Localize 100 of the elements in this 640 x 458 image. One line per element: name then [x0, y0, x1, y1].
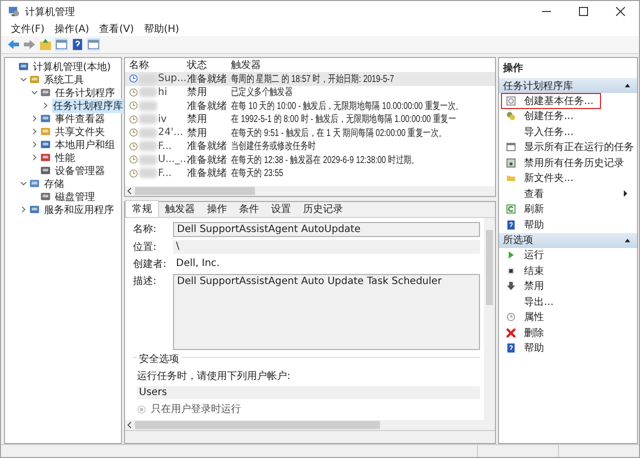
menu-item[interactable]: 帮助(H)	[144, 22, 180, 36]
table-cell: U..._...	[158, 154, 190, 166]
help-icon[interactable]	[71, 38, 84, 51]
column-header[interactable]: 状态	[187, 58, 231, 72]
chevron-icon[interactable]	[31, 154, 38, 161]
column-header[interactable]: 触发器	[231, 58, 261, 72]
forward-arrow-icon[interactable]	[23, 38, 36, 51]
collapse-icon[interactable]	[624, 236, 631, 244]
window-title: 计算机管理	[25, 6, 75, 18]
blurred-name	[139, 141, 157, 152]
chevron-icon[interactable]	[31, 128, 38, 135]
tree-item[interactable]: 计算机管理(本地)	[32, 60, 112, 74]
vertical-scrollbar[interactable]	[484, 218, 495, 420]
tree-item[interactable]: 共享文件夹	[54, 124, 106, 138]
action-item[interactable]: 导入任务...	[501, 124, 635, 140]
tree-node-icon	[18, 61, 29, 72]
clock-icon	[129, 114, 138, 124]
section-header[interactable]: 任务计划程序库	[499, 78, 637, 93]
tree-node-icon	[40, 87, 51, 98]
menu-item[interactable]: 文件(F)	[11, 22, 45, 36]
action-item[interactable]: 创建基本任务...	[501, 93, 601, 108]
action-item[interactable]: 帮助	[501, 340, 635, 356]
task-row[interactable]: U..._...准备就绪 在每天的 12:38 - 触发器在 2029-6-9 12:38:00 时过期。	[125, 153, 495, 166]
panel-icon[interactable]	[87, 38, 100, 51]
tree-node-icon	[40, 191, 51, 202]
value-field[interactable]: \	[173, 240, 480, 254]
task-row[interactable]: hi 禁用 已定义多个触发器	[125, 86, 495, 99]
tree-item[interactable]: 任务计划程序	[54, 86, 116, 100]
clock-icon	[506, 312, 516, 322]
task-row[interactable]: F... 准备就绪 当创建任务或修改任务时	[125, 140, 495, 153]
chevron-icon[interactable]	[31, 141, 38, 148]
value-field[interactable]: Dell SupportAssistAgent AutoUpdate	[173, 222, 480, 237]
tree-item[interactable]: 设备管理器	[54, 164, 106, 178]
blurred-name	[139, 114, 157, 124]
action-item[interactable]: 帮助	[501, 217, 635, 232]
action-item[interactable]: 运行	[501, 248, 635, 263]
action-item[interactable]: 禁用所有任务历史记录	[501, 155, 635, 170]
chevron-icon[interactable]	[31, 89, 38, 96]
tree-item[interactable]: 性能	[54, 150, 76, 164]
task-row[interactable]: 24'... 禁用 在每天的 9:51 - 触发后，在 1 天 期间每隔 02:00:00 重复一次。	[125, 126, 495, 140]
section-header[interactable]: 所选项	[499, 232, 637, 248]
tree-item[interactable]: 事件查看器	[54, 112, 106, 126]
tree-item[interactable]: 系统工具	[43, 72, 85, 86]
action-item[interactable]: 删除	[501, 325, 635, 340]
clock-icon	[129, 101, 138, 110]
tree-node-icon	[29, 204, 40, 215]
folder-up-icon[interactable]	[39, 38, 52, 51]
collapse-icon[interactable]	[624, 82, 631, 89]
menu-item[interactable]: 查看(V)	[99, 22, 134, 36]
maximize-icon[interactable]	[579, 7, 588, 16]
tab[interactable]: 操作	[201, 201, 233, 217]
value-field[interactable]: Dell SupportAssistAgent Auto Update Task Scheduler	[173, 274, 480, 350]
action-item[interactable]: 结束	[501, 263, 635, 278]
panel-icon[interactable]	[55, 38, 68, 51]
tree-node-icon	[29, 178, 40, 189]
horizontal-scrollbar[interactable]	[125, 186, 495, 196]
tree-node-icon	[29, 74, 40, 85]
action-item[interactable]: 禁用	[501, 278, 635, 294]
chevron-icon[interactable]	[20, 180, 27, 187]
close-icon[interactable]	[616, 7, 625, 16]
menu-item[interactable]: 操作(A)	[54, 22, 90, 36]
action-item[interactable]: 属性	[501, 310, 635, 325]
tab[interactable]: 触发器	[159, 201, 201, 217]
tree-node-icon	[40, 165, 51, 176]
action-item[interactable]: 新文件夹...	[501, 170, 635, 186]
table-cell-text: 在每天的 9:51 - 触发后，在 1 天 期间每隔 02:00:00 重复一次。	[231, 126, 446, 140]
task-row[interactable]: iv 禁用 在 1992-5-1 的 8:00 时 - 触发后，无限期地每隔 1.00:00:00 重复一	[125, 112, 495, 126]
tree-item[interactable]: 任务计划程序库	[52, 98, 124, 112]
chevron-icon[interactable]	[31, 115, 38, 122]
action-item[interactable]: 导出...	[501, 294, 635, 310]
computer-management-icon	[7, 5, 20, 18]
section-title: 任务计划程序库	[503, 80, 573, 92]
action-item[interactable]: 查看	[501, 186, 635, 202]
table-cell-text: 准备就绪	[187, 72, 228, 86]
blurred-name	[139, 74, 157, 84]
action-item[interactable]: 显示所有正在运行的任务	[501, 140, 635, 155]
task-row[interactable]: 准备就绪 在每 10 天的 10:00 - 触发后，无限期地每隔 10.00:00:00 重复一次。	[125, 99, 495, 112]
tree-item[interactable]: 本地用户和组	[54, 138, 116, 152]
task-row[interactable]: Sup...准备就绪 每周的 星期二 的 18:57 时，开始日期: 2019-5-7	[125, 72, 495, 86]
chevron-icon[interactable]	[20, 206, 27, 213]
window-icon	[506, 142, 516, 152]
tree-item[interactable]: 存储	[43, 176, 65, 190]
table-cell-text: 每周的 星期二 的 18:57 时，开始日期: 2019-5-7	[231, 72, 394, 86]
tree-item[interactable]: 服务和应用程序	[43, 202, 115, 216]
chevron-icon[interactable]	[20, 76, 27, 83]
back-arrow-icon[interactable]	[7, 38, 20, 51]
horizontal-scrollbar[interactable]	[125, 420, 495, 430]
tree-item[interactable]: 磁盘管理	[54, 190, 96, 204]
column-header[interactable]: 名称	[125, 58, 187, 72]
tab[interactable]: 常规	[125, 200, 159, 217]
action-item[interactable]: 刷新	[501, 202, 635, 217]
tab[interactable]: 设置	[265, 201, 297, 217]
chevron-icon[interactable]	[42, 102, 49, 109]
tab[interactable]: 条件	[233, 201, 265, 217]
table-cell-text: 准备就绪	[187, 140, 228, 154]
blurred-name	[139, 87, 157, 98]
tab[interactable]: 历史记录	[297, 201, 349, 217]
task-row[interactable]: F... 准备就绪 在每天的 23:55	[125, 166, 495, 180]
action-item[interactable]: 创建任务...	[501, 108, 635, 124]
clock-icon	[129, 128, 138, 138]
